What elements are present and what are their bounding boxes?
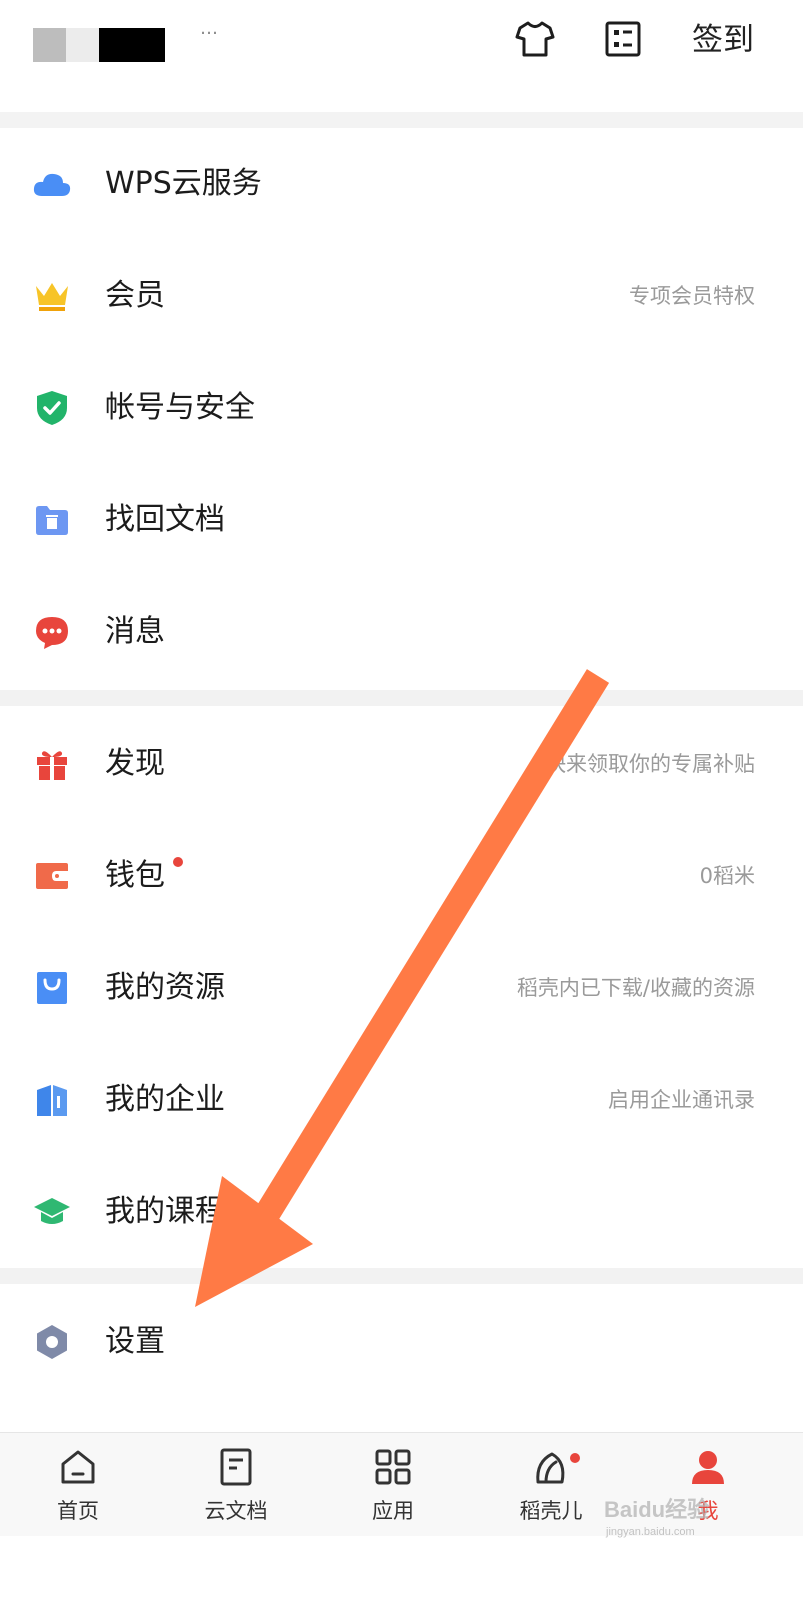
- menu-item-account[interactable]: 帐号与安全: [0, 352, 803, 464]
- avatar[interactable]: [33, 28, 165, 62]
- menu-sub: 启用企业通讯录: [608, 1088, 755, 1112]
- nav-docer[interactable]: 稻壳儿: [491, 1433, 611, 1537]
- banner-edge: [0, 112, 803, 128]
- leaf-icon: [531, 1447, 571, 1487]
- section-divider: [0, 690, 803, 706]
- menu-label: WPS云服务: [105, 166, 262, 201]
- menu-label: 会员: [105, 278, 165, 313]
- menu-item-vip[interactable]: 会员 专项会员特权: [0, 240, 803, 352]
- wallet-icon: [32, 856, 72, 896]
- signin-button[interactable]: 签到: [692, 20, 754, 60]
- menu-item-resources[interactable]: 我的资源 稻壳内已下载/收藏的资源: [0, 932, 803, 1044]
- menu-item-wallet[interactable]: 钱包 0稻米: [0, 820, 803, 932]
- section-divider: [0, 1268, 803, 1284]
- watermark-sub: jingyan.baidu.com: [606, 1526, 695, 1538]
- gift-icon: [32, 744, 72, 784]
- menu-item-enterprise[interactable]: 我的企业 启用企业通讯录: [0, 1044, 803, 1156]
- menu-label: 我的资源: [105, 970, 225, 1005]
- menu-item-courses[interactable]: 我的课程: [0, 1156, 803, 1268]
- hexagon-settings-icon: [32, 1322, 72, 1362]
- menu-label: 发现: [105, 746, 165, 781]
- nav-label: 云文档: [204, 1499, 268, 1523]
- folder-trash-icon: [32, 500, 72, 540]
- menu-sub: 0稻米: [699, 864, 755, 888]
- crown-icon: [32, 276, 72, 316]
- menu-item-message[interactable]: 消息: [0, 576, 803, 688]
- menu-sub: 专项会员特权: [629, 284, 755, 308]
- cloud-icon: [32, 164, 72, 204]
- avatar-block: [99, 28, 165, 62]
- building-icon: [32, 1080, 72, 1120]
- username[interactable]: …: [200, 18, 218, 39]
- nav-home[interactable]: 首页: [18, 1433, 138, 1537]
- baidu-watermark: Baidu经验 jingyan.baidu.com: [604, 1492, 764, 1538]
- notification-dot: [570, 1453, 580, 1463]
- menu-label: 找回文档: [105, 502, 225, 537]
- bottom-spacer: [0, 1536, 803, 1600]
- nav-cloud-docs[interactable]: 云文档: [176, 1433, 296, 1537]
- menu-label: 我的企业: [105, 1082, 225, 1117]
- graduation-cap-icon: [32, 1192, 72, 1232]
- menu-sub: 快来领取你的专属补贴: [545, 752, 755, 776]
- chat-bubble-icon: [32, 612, 72, 652]
- nav-apps[interactable]: 应用: [333, 1433, 453, 1537]
- menu-item-cloud[interactable]: WPS云服务: [0, 128, 803, 240]
- person-icon: [688, 1447, 728, 1487]
- nav-label: 首页: [57, 1499, 99, 1523]
- shopping-bag-icon: [32, 968, 72, 1008]
- menu-item-discover[interactable]: 发现 快来领取你的专属补贴: [0, 708, 803, 820]
- checklist-card-icon[interactable]: [602, 18, 644, 60]
- notification-dot: [173, 857, 183, 867]
- tshirt-icon[interactable]: [514, 18, 556, 60]
- menu-label: 帐号与安全: [105, 390, 255, 425]
- nav-label: 稻壳儿: [519, 1499, 583, 1523]
- menu-item-recover[interactable]: 找回文档: [0, 464, 803, 576]
- document-icon: [216, 1447, 256, 1487]
- menu-label: 钱包: [105, 858, 165, 893]
- nav-label: 应用: [372, 1499, 414, 1523]
- grid-apps-icon: [373, 1447, 413, 1487]
- avatar-block: [66, 28, 99, 62]
- header: … 签到: [0, 0, 803, 112]
- menu-label: 设置: [105, 1324, 165, 1359]
- menu-item-settings[interactable]: 设置: [0, 1286, 803, 1398]
- home-icon: [58, 1447, 98, 1487]
- watermark-text: Baidu经验: [604, 1497, 710, 1522]
- avatar-block: [33, 28, 66, 62]
- shield-check-icon: [32, 388, 72, 428]
- menu-sub: 稻壳内已下载/收藏的资源: [516, 976, 755, 1000]
- menu-label: 我的课程: [105, 1194, 225, 1229]
- menu-label: 消息: [105, 614, 165, 649]
